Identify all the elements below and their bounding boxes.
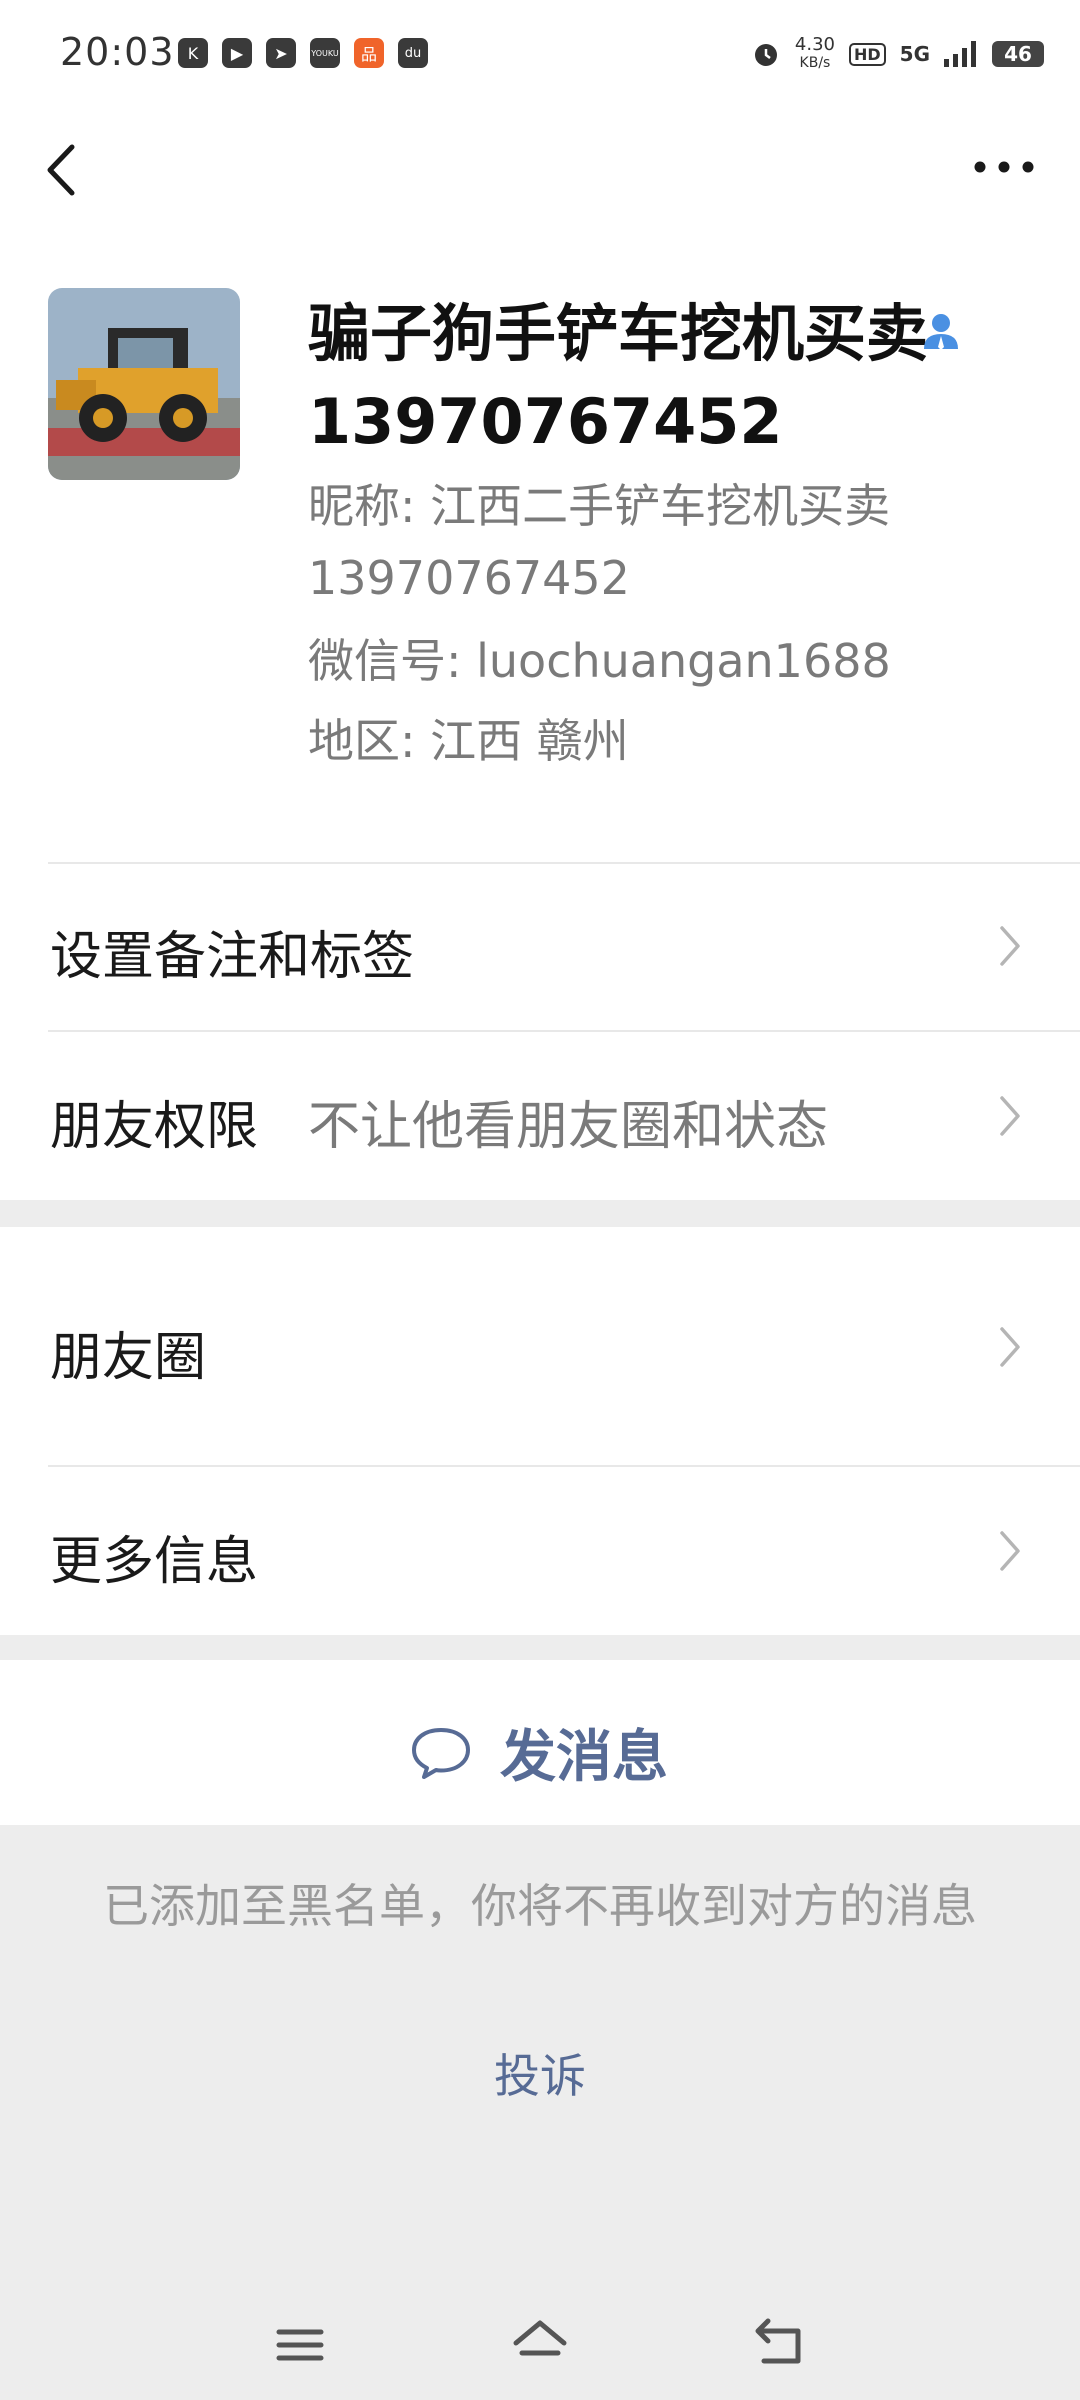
avatar[interactable] bbox=[48, 288, 240, 480]
home-icon bbox=[513, 2320, 567, 2356]
signal-5g: 5G bbox=[899, 42, 930, 66]
row-remark-and-tags[interactable]: 设置备注和标签 bbox=[0, 864, 1080, 1030]
menu-nav-button[interactable] bbox=[270, 2315, 330, 2375]
status-time: 20:03 bbox=[60, 30, 175, 74]
nickname: 昵称: 江西二手铲车挖机买卖13970767452 bbox=[308, 479, 891, 605]
section-gap bbox=[0, 1200, 1080, 1227]
row-permission-label: 朋友权限 bbox=[50, 1097, 259, 1157]
status-bar: 20:03 K ▶ ➤ YOUKU 品 du 4.30 KB/s HD 5G 4… bbox=[0, 0, 1080, 110]
more-dots-icon bbox=[974, 161, 1034, 173]
more-button[interactable] bbox=[964, 145, 1044, 195]
row-moments-label: 朋友圈 bbox=[50, 1328, 207, 1388]
profile-name: 骗子狗手铲车挖机买卖13970767452 bbox=[308, 290, 998, 466]
battery-indicator: 46 bbox=[992, 41, 1044, 67]
complain-link[interactable]: 投诉 bbox=[0, 2040, 1080, 2106]
chevron-right-icon bbox=[1000, 1327, 1020, 1367]
blacklist-notice: 已添加至黑名单，你将不再收到对方的消息 bbox=[103, 1879, 977, 1933]
blacklist-area: 已添加至黑名单，你将不再收到对方的消息 投诉 bbox=[0, 1825, 1080, 2400]
home-nav-button[interactable] bbox=[510, 2313, 570, 2373]
chat-bubble-icon bbox=[412, 1727, 470, 1779]
net-speed: 4.30 KB/s bbox=[795, 36, 835, 72]
chevron-right-icon bbox=[1000, 926, 1020, 966]
row-moments[interactable]: 朋友圈 bbox=[0, 1227, 1080, 1465]
wechat-id: 微信号: luochuangan1688 bbox=[308, 634, 891, 688]
return-arrow-icon bbox=[755, 2318, 801, 2364]
system-navigation-bar bbox=[0, 2305, 1080, 2385]
section-gap bbox=[0, 1635, 1080, 1660]
back-nav-button[interactable] bbox=[750, 2313, 810, 2373]
row-remark-label: 设置备注和标签 bbox=[50, 927, 415, 987]
signal-bars-icon bbox=[944, 41, 976, 67]
send-message-label: 发消息 bbox=[500, 1725, 668, 1790]
net-speed-unit: KB/s bbox=[799, 55, 831, 71]
net-speed-value: 4.30 bbox=[794, 34, 835, 55]
app-youku-icon: YOUKU bbox=[310, 38, 340, 68]
send-message-content: 发消息 bbox=[410, 1712, 668, 1793]
app-k-icon: K bbox=[178, 38, 208, 68]
row-more-info[interactable]: 更多信息 bbox=[0, 1467, 1080, 1635]
app-du-icon: du bbox=[398, 38, 428, 68]
chevron-right-icon bbox=[1000, 1096, 1020, 1136]
hd-badge: HD bbox=[848, 42, 886, 66]
status-right: 4.30 KB/s HD 5G 46 bbox=[751, 36, 1044, 72]
row-more-info-label: 更多信息 bbox=[50, 1532, 259, 1592]
app-orange-icon: 品 bbox=[354, 38, 384, 68]
row-permission-value: 不让他看朋友圈和状态 bbox=[308, 1097, 829, 1157]
send-message-button[interactable]: 发消息 bbox=[0, 1660, 1080, 1825]
chevron-right-icon bbox=[1000, 1531, 1020, 1571]
status-app-icons: K ▶ ➤ YOUKU 品 du bbox=[178, 38, 428, 68]
menu-lines-icon bbox=[276, 2329, 324, 2361]
avatar-loader-photo bbox=[48, 288, 240, 480]
profile-name-text: 骗子狗手铲车挖机买卖13970767452 bbox=[308, 297, 929, 458]
contact-person-icon bbox=[924, 314, 958, 350]
row-friend-permissions[interactable]: 朋友权限 不让他看朋友圈和状态 bbox=[0, 1032, 1080, 1200]
back-button[interactable] bbox=[38, 135, 98, 205]
chevron-left-icon bbox=[47, 144, 75, 196]
app-telegram-icon: ➤ bbox=[266, 38, 296, 68]
alarm-icon bbox=[754, 44, 777, 66]
app-play-icon: ▶ bbox=[222, 38, 252, 68]
region: 地区: 江西 赣州 bbox=[308, 714, 629, 768]
